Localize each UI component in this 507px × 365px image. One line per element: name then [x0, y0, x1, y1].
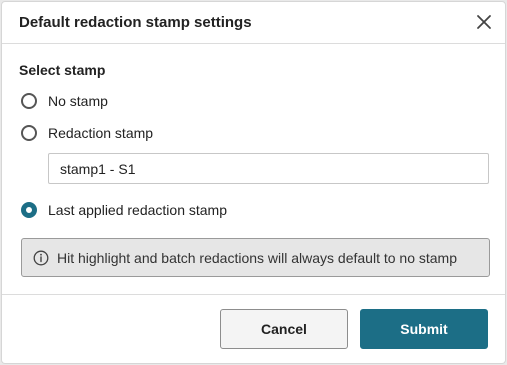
info-icon — [33, 250, 49, 265]
close-icon[interactable] — [473, 11, 495, 33]
dialog-title: Default redaction stamp settings — [19, 14, 252, 31]
stamp-name-input[interactable] — [48, 153, 489, 184]
info-text: Hit highlight and batch redactions will … — [57, 249, 457, 266]
radio-button-selected[interactable] — [21, 202, 37, 218]
radio-button[interactable] — [21, 125, 37, 141]
footer-divider — [2, 294, 505, 295]
radio-label-redaction-stamp: Redaction stamp — [48, 125, 154, 141]
submit-button[interactable]: Submit — [360, 309, 488, 349]
radio-button[interactable] — [21, 93, 37, 109]
info-notice: Hit highlight and batch redactions will … — [21, 238, 490, 277]
radio-label-last-applied: Last applied redaction stamp — [48, 202, 227, 218]
radio-redaction-stamp[interactable]: Redaction stamp — [21, 122, 153, 144]
radio-no-stamp[interactable]: No stamp — [21, 90, 108, 112]
select-stamp-label: Select stamp — [19, 62, 106, 78]
radio-last-applied-stamp[interactable]: Last applied redaction stamp — [21, 199, 227, 221]
dialog-header: Default redaction stamp settings — [2, 2, 505, 44]
redaction-stamp-settings-dialog: Default redaction stamp settings Select … — [2, 2, 505, 363]
cancel-button[interactable]: Cancel — [220, 309, 348, 349]
radio-label-no-stamp: No stamp — [48, 93, 108, 109]
